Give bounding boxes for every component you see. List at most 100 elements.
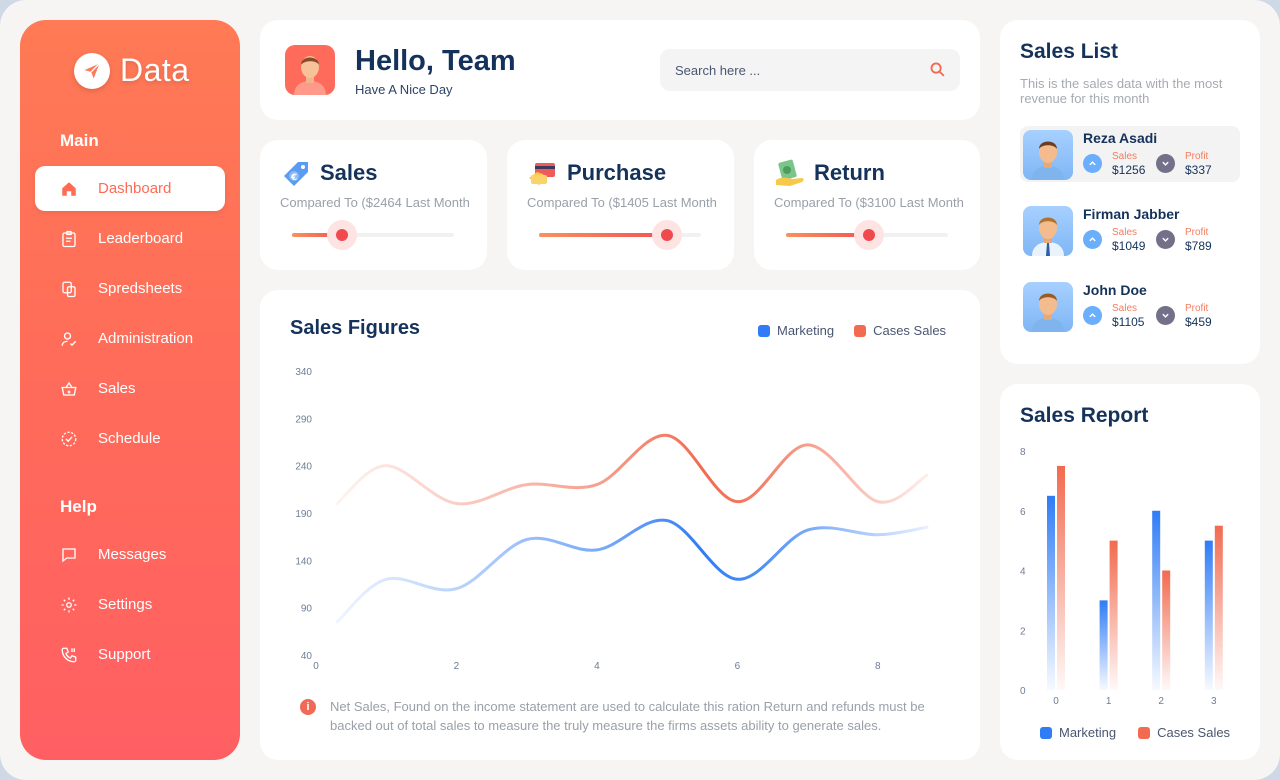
money-hand-icon <box>774 158 806 190</box>
bar-marketing[interactable] <box>1152 510 1161 690</box>
list-item[interactable]: Reza Asadi Sales $1256 Profit $337 <box>1020 126 1240 182</box>
x-tick-label: 3 <box>1211 696 1217 704</box>
search-input[interactable] <box>675 62 915 78</box>
help-section-title: Help <box>60 497 97 516</box>
search-box <box>660 49 960 91</box>
x-tick-label: 4 <box>594 661 600 672</box>
sales-list-title: Sales List <box>1020 40 1119 63</box>
bar-marketing[interactable] <box>1204 540 1213 690</box>
avatar <box>1023 206 1073 256</box>
svg-text:€: € <box>290 173 297 183</box>
sidebar-item-dashboard[interactable]: Dashboard <box>35 166 225 211</box>
profit-value: $789 <box>1185 239 1212 253</box>
list-item[interactable]: Firman Jabber Sales $1049 Profit $789 <box>1020 202 1240 258</box>
y-tick-label: 90 <box>301 604 313 615</box>
sidebar: Data Main Dashboard Leaderboard Spredshe… <box>20 20 240 760</box>
header-card: Hello, Team Have A Nice Day <box>260 20 980 120</box>
stat-subtitle: Compared To ($1405 Last Month <box>527 195 717 210</box>
search-icon[interactable] <box>929 61 946 83</box>
sales-value: $1049 <box>1112 239 1146 253</box>
info-icon: i <box>300 699 316 715</box>
sales-list-description: This is the sales data with the most rev… <box>1020 76 1223 106</box>
profit-label: Profit <box>1185 151 1209 162</box>
sidebar-item-leaderboard[interactable]: Leaderboard <box>35 216 225 261</box>
stat-subtitle: Compared To ($2464 Last Month <box>280 195 470 210</box>
sales-value: $1105 <box>1112 315 1145 329</box>
sidebar-item-label: Messages <box>98 546 167 563</box>
chevron-down-icon[interactable] <box>1156 306 1175 325</box>
app-frame: Data Main Dashboard Leaderboard Spredshe… <box>0 0 1280 780</box>
bar-cases-sales[interactable] <box>1109 540 1118 690</box>
sales-label: Sales <box>1112 227 1138 238</box>
sales-list-card: Sales List This is the sales data with t… <box>1000 20 1260 364</box>
sidebar-item-support[interactable]: Support <box>35 632 225 677</box>
stat-title: Purchase <box>567 160 667 185</box>
sales-figures-card: Sales Figures Marketing Cases Sales 340 2… <box>260 290 980 760</box>
series-line-cases-sales[interactable] <box>335 433 929 506</box>
y-tick-label: 190 <box>295 509 312 520</box>
progress-fill <box>539 233 667 237</box>
sidebar-item-spredsheets[interactable]: Spredsheets <box>35 266 225 311</box>
y-tick-label: 2 <box>1020 626 1026 637</box>
sidebar-item-sales[interactable]: Sales <box>35 366 225 411</box>
avatar[interactable] <box>285 45 335 95</box>
stat-card-sales[interactable]: € Sales Compared To ($2464 Last Month <box>260 140 487 270</box>
y-tick-label: 4 <box>1020 567 1026 578</box>
sales-figures-note: Net Sales, Found on the income statement… <box>330 699 925 733</box>
person-name: Firman Jabber <box>1083 206 1180 222</box>
person-name: Reza Asadi <box>1083 130 1158 146</box>
profit-value: $459 <box>1185 315 1212 329</box>
sidebar-item-settings[interactable]: Settings <box>35 582 225 627</box>
sidebar-item-label: Support <box>98 646 151 663</box>
bar-cases-sales[interactable] <box>1057 465 1065 690</box>
legend-item-marketing[interactable]: Marketing <box>1040 725 1116 740</box>
sales-figures-chart: 340 290 240 190 140 90 400 2 4 6 8 <box>295 367 929 672</box>
stat-title: Return <box>814 160 885 185</box>
sales-report-legend: Marketing Cases Sales <box>1040 725 1230 740</box>
stat-card-return[interactable]: Return Compared To ($3100 Last Month <box>754 140 980 270</box>
gear-icon <box>60 596 78 614</box>
progress-track <box>786 220 948 250</box>
sidebar-item-label: Leaderboard <box>98 230 184 247</box>
y-tick-label: 8 <box>1020 447 1026 458</box>
sidebar-item-messages[interactable]: Messages <box>35 532 225 577</box>
legend-item-cases-sales[interactable]: Cases Sales <box>1138 725 1230 740</box>
legend-label: Marketing <box>1059 725 1117 740</box>
sales-label: Sales <box>1112 151 1138 162</box>
chevron-down-icon[interactable] <box>1156 154 1175 173</box>
sidebar-item-schedule[interactable]: Schedule <box>35 416 225 461</box>
bar-marketing[interactable] <box>1047 495 1055 690</box>
progress-track <box>539 220 701 250</box>
legend-swatch <box>1138 726 1151 739</box>
chevron-up-icon[interactable] <box>1083 230 1102 249</box>
y-tick-label: 340 <box>295 367 312 378</box>
main-section-title: Main <box>60 131 99 150</box>
bar-cases-sales[interactable] <box>1162 570 1171 691</box>
avatar <box>1023 282 1073 332</box>
chevron-up-icon[interactable] <box>1083 154 1102 173</box>
bar-marketing[interactable] <box>1099 600 1108 690</box>
bar-cases-sales[interactable] <box>1214 525 1223 690</box>
sidebar-item-label: Spredsheets <box>98 280 183 297</box>
sidebar-item-administration[interactable]: Administration <box>35 316 225 361</box>
euro-tag-icon: € <box>280 158 312 190</box>
stat-card-purchase[interactable]: Purchase Compared To ($1405 Last Month <box>507 140 734 270</box>
sidebar-item-label: Administration <box>98 330 194 347</box>
sales-label: Sales <box>1112 303 1138 314</box>
progress-knob[interactable] <box>862 229 875 241</box>
x-tick-label: 0 <box>1053 696 1059 704</box>
progress-knob[interactable] <box>660 229 673 241</box>
chevron-down-icon[interactable] <box>1156 230 1175 249</box>
list-item[interactable]: John Doe Sales $1105 Profit $459 <box>1020 278 1240 334</box>
progress-track <box>292 220 454 250</box>
series-line-marketing[interactable] <box>335 518 929 624</box>
brand[interactable]: Data <box>74 52 190 89</box>
credit-card-icon <box>527 158 559 190</box>
user-check-icon <box>60 330 78 348</box>
y-tick-label: 140 <box>295 556 312 567</box>
y-tick-label: 240 <box>295 462 312 473</box>
y-tick-label: 40 <box>301 651 313 662</box>
legend-label: Cases Sales <box>1157 725 1231 740</box>
chevron-up-icon[interactable] <box>1083 306 1102 325</box>
person-name: John Doe <box>1083 282 1147 298</box>
